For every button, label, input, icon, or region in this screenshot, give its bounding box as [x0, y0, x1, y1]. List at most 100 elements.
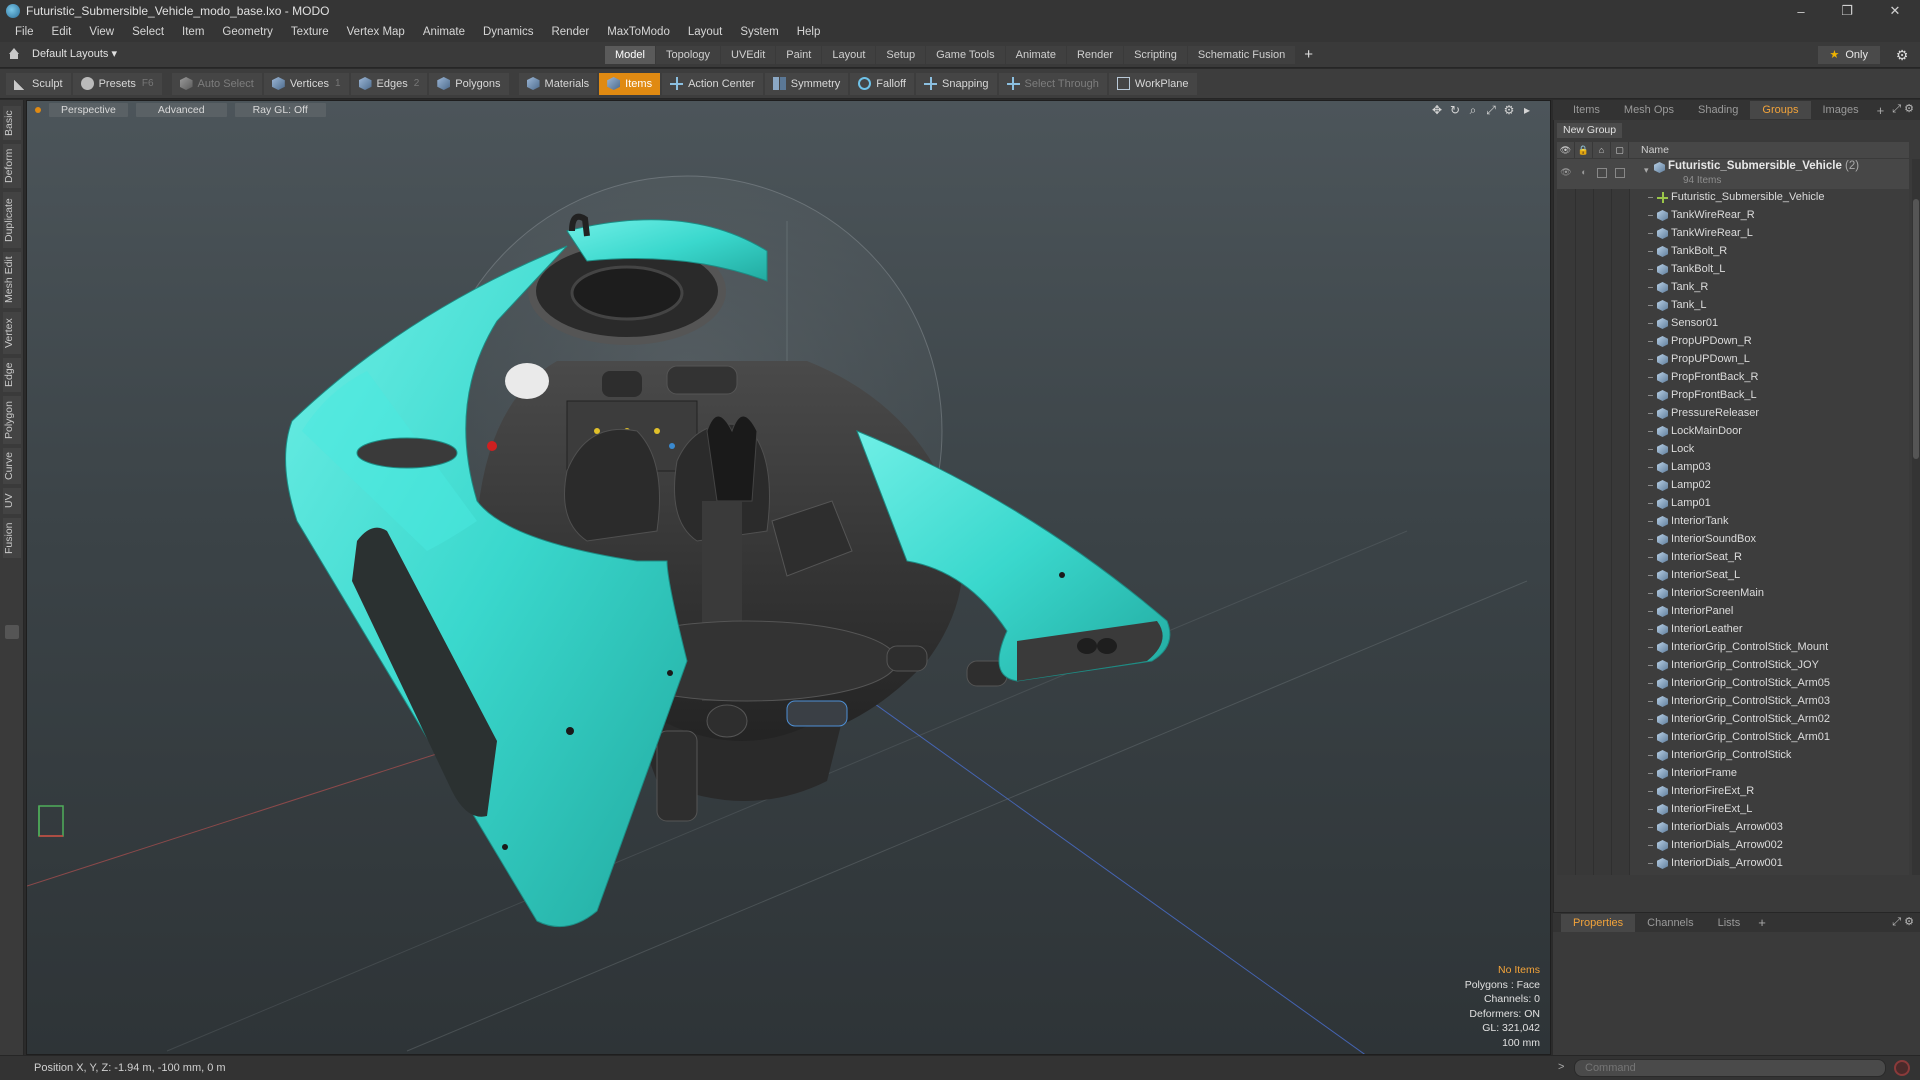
oxygen-tank[interactable]	[505, 363, 549, 399]
vtab-mesh-edit[interactable]: Mesh Edit	[3, 252, 21, 308]
select-checkbox[interactable]	[1615, 168, 1625, 178]
view-mode-button[interactable]: Perspective	[49, 103, 128, 117]
viewport-expand-icon[interactable]: ▸	[1518, 103, 1536, 117]
list-item[interactable]: Tank_R	[1557, 279, 1909, 297]
list-item[interactable]: InteriorDials_Arrow001	[1557, 855, 1909, 873]
presets-button[interactable]: Presets F6	[72, 72, 162, 95]
name-column-header[interactable]: Name	[1641, 144, 1669, 156]
menu-layout[interactable]: Layout	[679, 22, 732, 42]
list-item[interactable]: InteriorFireExt_L	[1557, 801, 1909, 819]
tab-paint[interactable]: Paint	[776, 46, 822, 64]
symmetry-button[interactable]: Symmetry	[764, 72, 849, 95]
menu-select[interactable]: Select	[123, 22, 173, 42]
visibility-column-icon[interactable]: 👁	[1557, 142, 1575, 158]
tab-setup[interactable]: Setup	[876, 46, 926, 64]
tab-model[interactable]: Model	[605, 46, 655, 64]
viewport-settings-icon[interactable]: ⚙	[1500, 103, 1518, 117]
groups-tree[interactable]: 👁 ◐ ▾ Futuristic_Submersible_Vehicle (2)…	[1557, 159, 1909, 875]
list-item[interactable]: Sensor01	[1557, 315, 1909, 333]
list-item[interactable]: InteriorGrip_ControlStick_Arm03	[1557, 693, 1909, 711]
only-toggle-button[interactable]: ★ Only	[1817, 46, 1880, 64]
list-item[interactable]: InteriorSoundBox	[1557, 531, 1909, 549]
tab-mesh-ops[interactable]: Mesh Ops	[1612, 101, 1686, 119]
add-properties-tab-button[interactable]: +	[1752, 915, 1772, 930]
polygons-button[interactable]: Polygons	[429, 72, 509, 95]
add-tab-button[interactable]: +	[1296, 46, 1321, 64]
menu-system[interactable]: System	[731, 22, 787, 42]
tab-schematic-fusion[interactable]: Schematic Fusion	[1187, 46, 1296, 64]
list-item[interactable]: TankBolt_R	[1557, 243, 1909, 261]
falloff-button[interactable]: Falloff	[850, 72, 914, 95]
list-item[interactable]: Lamp03	[1557, 459, 1909, 477]
visibility-eye-icon[interactable]: 👁	[1560, 167, 1572, 179]
tab-properties[interactable]: Properties	[1561, 913, 1636, 932]
workplane-button[interactable]: WorkPlane	[1108, 72, 1197, 95]
vtab-uv[interactable]: UV	[3, 488, 21, 514]
tab-game-tools[interactable]: Game Tools	[926, 46, 1005, 64]
vtab-edge[interactable]: Edge	[3, 358, 21, 392]
shading-mode-button[interactable]: Advanced	[135, 103, 227, 117]
select-column-icon[interactable]: ▢	[1611, 142, 1629, 158]
list-item[interactable]: PressureReleaser	[1557, 405, 1909, 423]
gear-icon[interactable]: ⚙	[1894, 47, 1910, 63]
rotate-icon[interactable]: ↻	[1446, 103, 1464, 117]
submersible-scene[interactable]	[27, 101, 1551, 1055]
tab-render[interactable]: Render	[1066, 46, 1124, 64]
add-panel-tab-button[interactable]: +	[1871, 103, 1891, 118]
tab-animate[interactable]: Animate	[1005, 46, 1066, 64]
3d-viewport[interactable]: Perspective Advanced Ray GL: Off ✥ ↻ ⌕ ⤢…	[26, 100, 1551, 1055]
list-item[interactable]: InteriorFrame	[1557, 765, 1909, 783]
home-icon[interactable]	[8, 47, 20, 60]
menu-edit[interactable]: Edit	[43, 22, 81, 42]
panel-tools-icons[interactable]: ⤢ ⚙	[1892, 102, 1914, 116]
minimize-button[interactable]: –	[1778, 0, 1824, 22]
list-item[interactable]: LockMainDoor	[1557, 423, 1909, 441]
menu-view[interactable]: View	[80, 22, 123, 42]
tab-layout[interactable]: Layout	[822, 46, 876, 64]
vtab-vertex[interactable]: Vertex	[3, 312, 21, 354]
list-item[interactable]: InteriorSeat_R	[1557, 549, 1909, 567]
edges-button[interactable]: Edges 2	[350, 72, 428, 95]
list-item[interactable]: InteriorDials_Arrow000	[1557, 873, 1909, 875]
command-input[interactable]	[1574, 1059, 1886, 1077]
list-item[interactable]: InteriorGrip_ControlStick_Mount	[1557, 639, 1909, 657]
snapping-button[interactable]: Snapping	[916, 72, 997, 95]
tab-scripting[interactable]: Scripting	[1124, 46, 1187, 64]
select-through-button[interactable]: Select Through	[998, 72, 1107, 95]
list-item[interactable]: Futuristic_Submersible_Vehicle	[1557, 189, 1909, 207]
vtab-duplicate[interactable]: Duplicate	[3, 192, 21, 248]
tab-groups[interactable]: Groups	[1750, 101, 1811, 119]
lock-column-icon[interactable]: 🔒	[1575, 142, 1593, 158]
tab-topology[interactable]: Topology	[655, 46, 721, 64]
layout-preset-dropdown[interactable]: Default Layouts ▾	[8, 47, 117, 60]
tab-uvedit[interactable]: UVEdit	[721, 46, 776, 64]
menu-maxtomodo[interactable]: MaxToModo	[598, 22, 679, 42]
list-item[interactable]: Lock	[1557, 441, 1909, 459]
vtab-curve[interactable]: Curve	[3, 448, 21, 484]
menu-file[interactable]: File	[6, 22, 43, 42]
list-item[interactable]: InteriorLeather	[1557, 621, 1909, 639]
close-button[interactable]: ✕	[1872, 0, 1918, 22]
menu-dynamics[interactable]: Dynamics	[474, 22, 542, 42]
vtab-basic[interactable]: Basic	[3, 106, 21, 140]
list-item[interactable]: InteriorScreenMain	[1557, 585, 1909, 603]
menu-animate[interactable]: Animate	[414, 22, 474, 42]
tab-items[interactable]: Items	[1561, 101, 1612, 119]
list-item[interactable]: InteriorGrip_ControlStick	[1557, 747, 1909, 765]
list-item[interactable]: PropUPDown_R	[1557, 333, 1909, 351]
pan-icon[interactable]: ✥	[1428, 103, 1446, 117]
scrollbar-thumb[interactable]	[1913, 199, 1919, 459]
menu-item[interactable]: Item	[173, 22, 213, 42]
list-item[interactable]: TankWireRear_L	[1557, 225, 1909, 243]
menu-help[interactable]: Help	[788, 22, 830, 42]
list-item[interactable]: InteriorSeat_L	[1557, 567, 1909, 585]
list-item[interactable]: PropFrontBack_L	[1557, 387, 1909, 405]
tab-channels[interactable]: Channels	[1635, 914, 1705, 932]
menu-vertex-map[interactable]: Vertex Map	[338, 22, 414, 42]
maximize-button[interactable]: ❐	[1824, 0, 1870, 22]
list-item[interactable]: InteriorTank	[1557, 513, 1909, 531]
tab-shading[interactable]: Shading	[1686, 101, 1750, 119]
list-item[interactable]: InteriorGrip_ControlStick_JOY	[1557, 657, 1909, 675]
menu-texture[interactable]: Texture	[282, 22, 338, 42]
expand-chevron-icon[interactable]: ▾	[1644, 165, 1649, 176]
